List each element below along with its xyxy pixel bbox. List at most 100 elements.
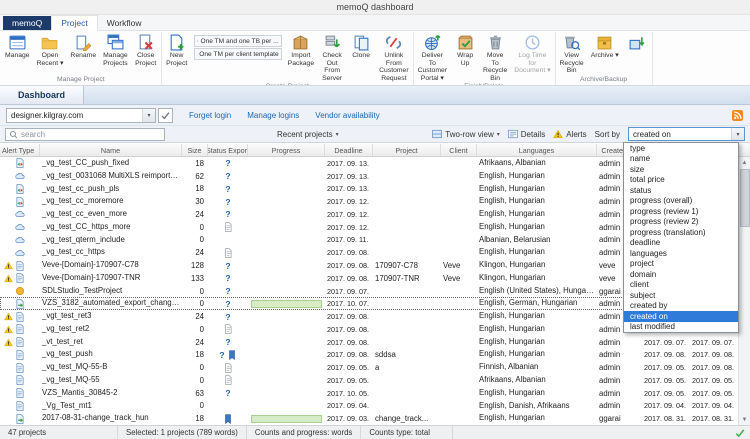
cell-project xyxy=(373,157,441,170)
chevron-down-icon[interactable]: ▾ xyxy=(731,128,744,140)
sort-option-subject[interactable]: subject xyxy=(624,290,738,301)
sort-option-status[interactable]: status xyxy=(624,185,738,196)
table-row[interactable]: _vg_test_MQ-5502017. 09. 05.Afrikaans, A… xyxy=(0,374,750,387)
cell-status-export xyxy=(208,361,248,374)
alerts-button[interactable]: Alerts xyxy=(553,129,586,139)
search-input[interactable] xyxy=(21,130,161,139)
table-row[interactable]: _vg_test_push18?2017. 09. 08.sddsaEnglis… xyxy=(0,348,750,361)
sort-option-client[interactable]: client xyxy=(624,280,738,291)
recent-projects-dropdown[interactable]: Recent projects ▾ xyxy=(277,130,339,139)
details-button[interactable]: Details xyxy=(508,129,545,139)
template-option[interactable]: One TM and one TB per ... xyxy=(194,35,282,47)
sort-option-last-modified[interactable]: last modified xyxy=(624,322,738,333)
cell-project xyxy=(373,323,441,336)
rename-button[interactable]: Rename xyxy=(67,32,99,60)
cell-deadline: 2017. 09. 12. xyxy=(325,221,373,234)
tab-dashboard-label: Dashboard xyxy=(18,90,65,100)
sort-option-deadline[interactable]: deadline xyxy=(624,238,738,249)
table-row[interactable]: 2017-08-31-change_track_hun182017. 09. 0… xyxy=(0,412,750,425)
server-selector[interactable]: designer.kilgray.com ▾ xyxy=(6,108,156,123)
cell-size: 0 xyxy=(182,323,208,336)
manage-projects-icon xyxy=(107,34,124,51)
template-option[interactable]: One TM per client template xyxy=(194,48,282,60)
close-project-button[interactable]: Close Project xyxy=(132,32,160,67)
sort-option-total-price[interactable]: total price xyxy=(624,175,738,186)
sort-option-name[interactable]: name xyxy=(624,154,738,165)
sort-option-domain[interactable]: domain xyxy=(624,269,738,280)
cell-project xyxy=(373,234,441,247)
vendor-availability-link[interactable]: Vendor availability xyxy=(315,111,379,120)
cell-size: 62 xyxy=(182,170,208,183)
sort-option-size[interactable]: size xyxy=(624,164,738,175)
cell-status-export: ? xyxy=(208,195,248,208)
status-question-icon: ? xyxy=(225,184,230,194)
cell-name: VZS_Mantis_30845-2 xyxy=(40,387,182,400)
sort-option-created-on[interactable]: created on xyxy=(624,311,738,322)
sort-option-type[interactable]: type xyxy=(624,143,738,154)
sort-option-progress-overall[interactable]: progress (overall) xyxy=(624,196,738,207)
manage-projects-button[interactable]: Manage Projects xyxy=(100,32,131,67)
column-header-status-export[interactable]: Status Export xyxy=(208,144,248,156)
clone-button[interactable]: Clone xyxy=(347,32,375,60)
sort-option-progress-translation[interactable]: progress (translation) xyxy=(624,227,738,238)
two-row-view-button[interactable]: Two-row view ▾ xyxy=(432,129,499,139)
search-box[interactable] xyxy=(5,128,165,141)
table-row[interactable]: VZS_Mantis_30845-263?2017. 10. 05.Englis… xyxy=(0,387,750,400)
deliver-icon xyxy=(424,34,441,51)
new-project-button[interactable]: New Project xyxy=(163,32,191,67)
check-out-from-server-button[interactable]: Check Out From Server xyxy=(318,32,346,82)
status-question-icon: ? xyxy=(225,197,230,207)
vertical-scrollbar[interactable]: ▲ ▼ xyxy=(738,157,750,425)
rss-icon[interactable] xyxy=(732,110,743,121)
sort-option-progress-review-2[interactable]: progress (review 2) xyxy=(624,217,738,228)
column-header-size[interactable]: Size xyxy=(182,144,208,156)
column-header-client[interactable]: Client xyxy=(441,144,477,156)
wrap-up-button[interactable]: Wrap Up xyxy=(451,32,479,67)
cell-client xyxy=(441,374,477,387)
table-row[interactable]: _Vg_Test_mt102017. 09. 04.English, Danis… xyxy=(0,400,750,413)
view-recycle-bin-button[interactable]: View Recycle Bin xyxy=(557,32,587,75)
sort-by-dropdown[interactable]: created on ▾ xyxy=(628,127,745,141)
column-header-name[interactable]: Name xyxy=(40,144,182,156)
scroll-thumb[interactable] xyxy=(740,169,750,227)
ribbon-tab-memoq[interactable]: memoQ xyxy=(3,16,51,30)
scroll-up-icon[interactable]: ▲ xyxy=(739,157,750,168)
archive-button[interactable]: Archive ▾ xyxy=(588,32,622,60)
table-row[interactable]: _vg_test_MQ-55-B02017. 09. 05.aFinnish, … xyxy=(0,361,750,374)
cell-status-export: ? xyxy=(208,387,248,400)
project-sync-icon xyxy=(15,158,25,168)
ribbon-tab-project[interactable]: Project xyxy=(51,15,97,31)
column-header-deadline[interactable]: Deadline xyxy=(325,144,373,156)
import-package-button[interactable]: Import Package xyxy=(285,32,317,67)
cell-project xyxy=(373,285,441,298)
column-header-progress[interactable]: Progress xyxy=(248,144,325,156)
unlink-from-customer-request-button[interactable]: Unlink From Customer Request xyxy=(376,32,411,82)
ribbon-tab-workflow[interactable]: Workflow xyxy=(98,16,151,30)
cell-progress xyxy=(248,208,325,221)
back-up-button[interactable] xyxy=(623,32,651,52)
tab-dashboard[interactable]: Dashboard xyxy=(0,86,84,104)
manage-logins-link[interactable]: Manage logins xyxy=(247,111,299,120)
sort-option-created-by[interactable]: created by xyxy=(624,301,738,312)
table-row[interactable]: _vt_test_ret24?2017. 09. 08.English, Hun… xyxy=(0,336,750,349)
manage-button[interactable]: Manage xyxy=(2,32,33,60)
sort-option-project[interactable]: project xyxy=(624,259,738,270)
ribbon-group-finish-delete: Deliver To Customer Portal ▾Wrap UpMove … xyxy=(414,32,556,85)
server-apply-button[interactable] xyxy=(158,108,173,123)
server-links: Forget login Manage logins Vendor availabi… xyxy=(173,111,380,120)
scroll-down-icon[interactable]: ▼ xyxy=(739,414,750,425)
forget-login-link[interactable]: Forget login xyxy=(189,111,231,120)
sort-option-progress-review-1[interactable]: progress (review 1) xyxy=(624,206,738,217)
column-header-languages[interactable]: Languages xyxy=(477,144,597,156)
warning-icon xyxy=(4,312,13,321)
column-header-alert-type[interactable]: Alert Type xyxy=(0,144,40,156)
move-to-recycle-bin-button[interactable]: Move To Recycle Bin xyxy=(480,32,510,82)
column-header-project[interactable]: Project xyxy=(373,144,441,156)
deliver-to-customer-portal-button[interactable]: Deliver To Customer Portal ▾ xyxy=(415,32,450,82)
chevron-down-icon[interactable]: ▾ xyxy=(142,109,155,122)
sort-option-languages[interactable]: languages xyxy=(624,248,738,259)
recent-projects-label: Recent projects xyxy=(277,130,333,139)
open-recent-button[interactable]: Open Recent ▾ xyxy=(34,32,67,67)
status-question-icon: ? xyxy=(225,171,230,181)
cell-created-on: 2017. 09. 05. xyxy=(642,387,690,400)
